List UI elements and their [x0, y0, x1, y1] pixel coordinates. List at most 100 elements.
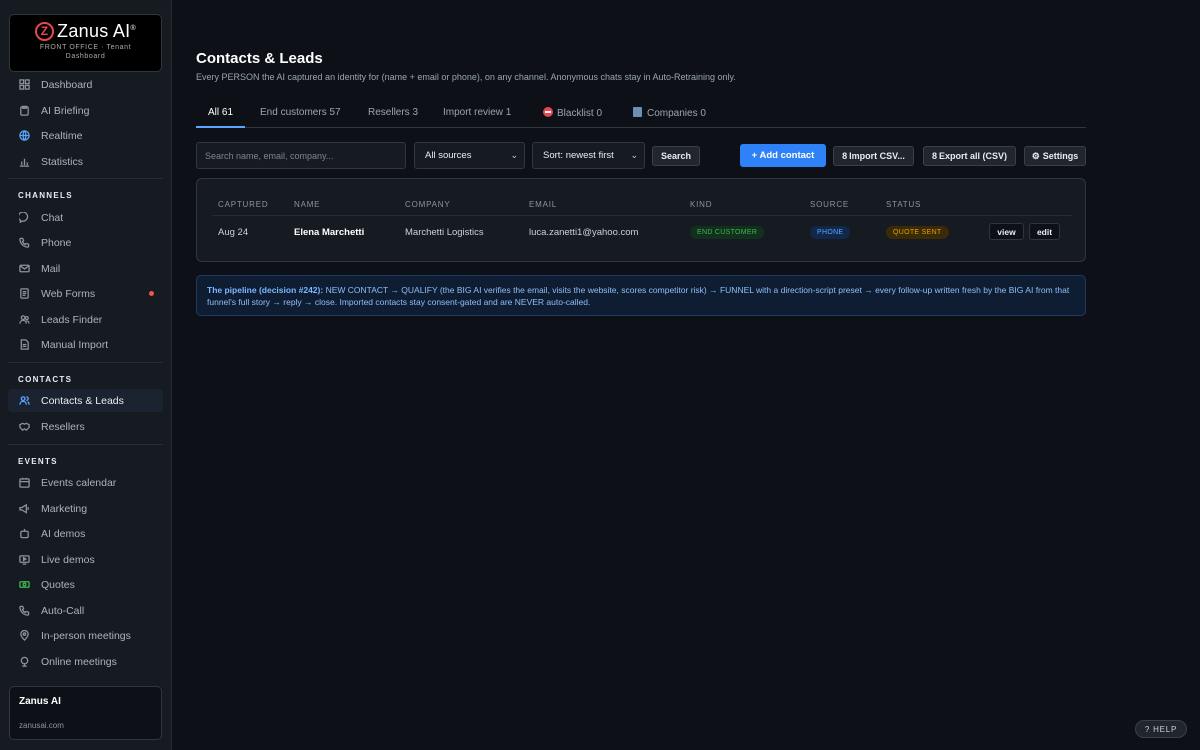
person-icon: 8 [931, 151, 937, 161]
notification-dot [149, 291, 154, 296]
sidebar-item-label: Contacts & Leads [41, 394, 124, 407]
sidebar-item-label: Live demos [41, 553, 95, 566]
cell-email[interactable]: luca.zanetti1@yahoo.com [529, 227, 638, 238]
tab-companies[interactable]: Companies 0 [633, 104, 706, 128]
help-button[interactable]: ? HELP [1135, 720, 1187, 738]
tab-resellers[interactable]: Resellers 3 [368, 104, 418, 128]
sidebar-item-mail[interactable]: Mail [8, 257, 163, 280]
sidebar-divider [8, 178, 163, 179]
search-input[interactable] [196, 142, 406, 169]
sidebar-item-label: Online meetings [41, 655, 117, 668]
page-subtitle: Every PERSON the AI captured an identity… [196, 72, 736, 82]
people-icon [18, 314, 30, 326]
tab-import-review[interactable]: Import review 1 [443, 104, 511, 128]
column-header[interactable]: COMPANY [405, 200, 450, 209]
sidebar-item-chat[interactable]: Chat [8, 206, 163, 229]
sidebar-divider [8, 444, 163, 445]
search-button[interactable]: Search [652, 146, 700, 166]
sidebar-item-manual-import[interactable]: Manual Import [8, 333, 163, 356]
column-header[interactable]: KIND [690, 200, 712, 209]
sidebar-item-in-person-meetings[interactable]: In-person meetings [8, 624, 163, 647]
tenant-card[interactable]: Zanus AI zanusai.com [9, 686, 162, 740]
sidebar-item-label: Events calendar [41, 476, 117, 489]
sidebar-item-label: Realtime [41, 129, 83, 142]
sidebar-item-label: In-person meetings [41, 629, 131, 642]
sidebar-item-web-forms[interactable]: Web Forms [8, 282, 163, 305]
chat-icon [18, 212, 30, 224]
sidebar-item-label: Mail [41, 262, 61, 275]
tab-all[interactable]: All 61 [196, 104, 246, 128]
sidebar-item-online-meetings[interactable]: Online meetings [8, 650, 163, 673]
export-csv-button[interactable]: 8 Export all (CSV) [923, 146, 1016, 166]
sidebar-item-dashboard[interactable]: Dashboard [8, 73, 163, 96]
money-icon [18, 579, 30, 591]
column-header[interactable]: STATUS [886, 200, 921, 209]
view-button[interactable]: view [989, 223, 1024, 240]
sidebar-item-ai-demos[interactable]: AI demos [8, 522, 163, 545]
sidebar-item-realtime[interactable]: Realtime [8, 124, 163, 147]
gear-icon: ⚙ [1031, 150, 1040, 161]
column-header[interactable]: SOURCE [810, 200, 849, 209]
tab-end-customers[interactable]: End customers 57 [260, 104, 341, 128]
sidebar-item-quotes[interactable]: Quotes [8, 573, 163, 596]
sidebar-item-auto-call[interactable]: Auto-Call [8, 599, 163, 622]
cell-captured: Aug 24 [218, 227, 249, 238]
sidebar-item-label: Phone [41, 236, 72, 249]
sidebar-item-label: Manual Import [41, 338, 109, 351]
sidebar-item-live-demos[interactable]: Live demos [8, 548, 163, 571]
brand-mark-icon: Z [35, 22, 55, 41]
brand-logo[interactable]: Z Zanus AI® FRONT OFFICE · Tenant Dashboa… [9, 14, 162, 72]
calendar-icon [18, 477, 30, 489]
column-header[interactable]: CAPTURED [218, 200, 268, 209]
sidebar-divider [8, 362, 163, 363]
sort-select[interactable]: Sort: newest first ⌄ [532, 142, 645, 169]
brand-name: Zanus AI [57, 21, 131, 41]
sidebar-item-leads-finder[interactable]: Leads Finder [8, 308, 163, 331]
sidebar-item-statistics[interactable]: Statistics [8, 150, 163, 173]
handshake-icon [18, 421, 30, 433]
sidebar-item-resellers[interactable]: Resellers [8, 415, 163, 438]
cell-company: Marchetti Logistics [405, 227, 484, 238]
column-header[interactable]: EMAIL [529, 200, 557, 209]
import-csv-button[interactable]: 8 Import CSV... [833, 146, 914, 166]
tenant-name: Zanus AI [19, 696, 61, 707]
tab-bar: All 61 End customers 57 Resellers 3 Impo… [196, 104, 1086, 128]
cell-name[interactable]: Elena Marchetti [294, 227, 364, 238]
settings-button[interactable]: ⚙ Settings [1024, 146, 1086, 166]
pipeline-note: The pipeline (decision #242): NEW CONTAC… [196, 275, 1086, 316]
column-header[interactable]: NAME [294, 200, 320, 209]
status-badge: QUOTE SENT [886, 226, 949, 239]
phone-icon [18, 237, 30, 249]
sidebar-item-phone[interactable]: Phone [8, 231, 163, 254]
sidebar-item-marketing[interactable]: Marketing [8, 497, 163, 520]
section-title-contacts: CONTACTS [18, 375, 73, 384]
globe-icon [18, 130, 30, 142]
pipeline-note-lead: The pipeline (decision #242): [207, 285, 324, 295]
sidebar-item-ai-briefing[interactable]: AI Briefing [8, 99, 163, 122]
sidebar-item-label: Auto-Call [41, 604, 85, 617]
page-title: Contacts & Leads [196, 50, 323, 67]
sidebar-item-events-calendar[interactable]: Events calendar [8, 471, 163, 494]
form-icon [18, 288, 30, 300]
tab-blacklist[interactable]: Blacklist 0 [543, 104, 602, 128]
person-icon: 8 [842, 151, 848, 161]
sidebar-item-label: Web Forms [41, 287, 96, 300]
edit-button[interactable]: edit [1029, 223, 1060, 240]
building-icon [633, 107, 642, 117]
sidebar-item-label: Quotes [41, 578, 75, 591]
tenant-url: zanusai.com [19, 721, 64, 730]
section-title-events: EVENTS [18, 457, 58, 466]
sidebar-item-label: Leads Finder [41, 313, 103, 326]
add-contact-button[interactable]: + Add contact [740, 144, 826, 167]
sidebar-item-label: Chat [41, 211, 64, 224]
header-divider [212, 215, 1072, 216]
section-title-channels: CHANNELS [18, 191, 73, 200]
source-select[interactable]: All sources ⌄ [414, 142, 525, 169]
robot-icon [18, 528, 30, 540]
chevron-down-icon: ⌄ [510, 150, 518, 160]
sidebar: Z Zanus AI® FRONT OFFICE · Tenant Dashboa… [0, 0, 172, 750]
sidebar-item-label: Resellers [41, 420, 85, 433]
sidebar-item-contacts-leads[interactable]: Contacts & Leads [8, 389, 163, 412]
sidebar-item-label: AI Briefing [41, 104, 90, 117]
no-entry-icon [543, 107, 553, 117]
